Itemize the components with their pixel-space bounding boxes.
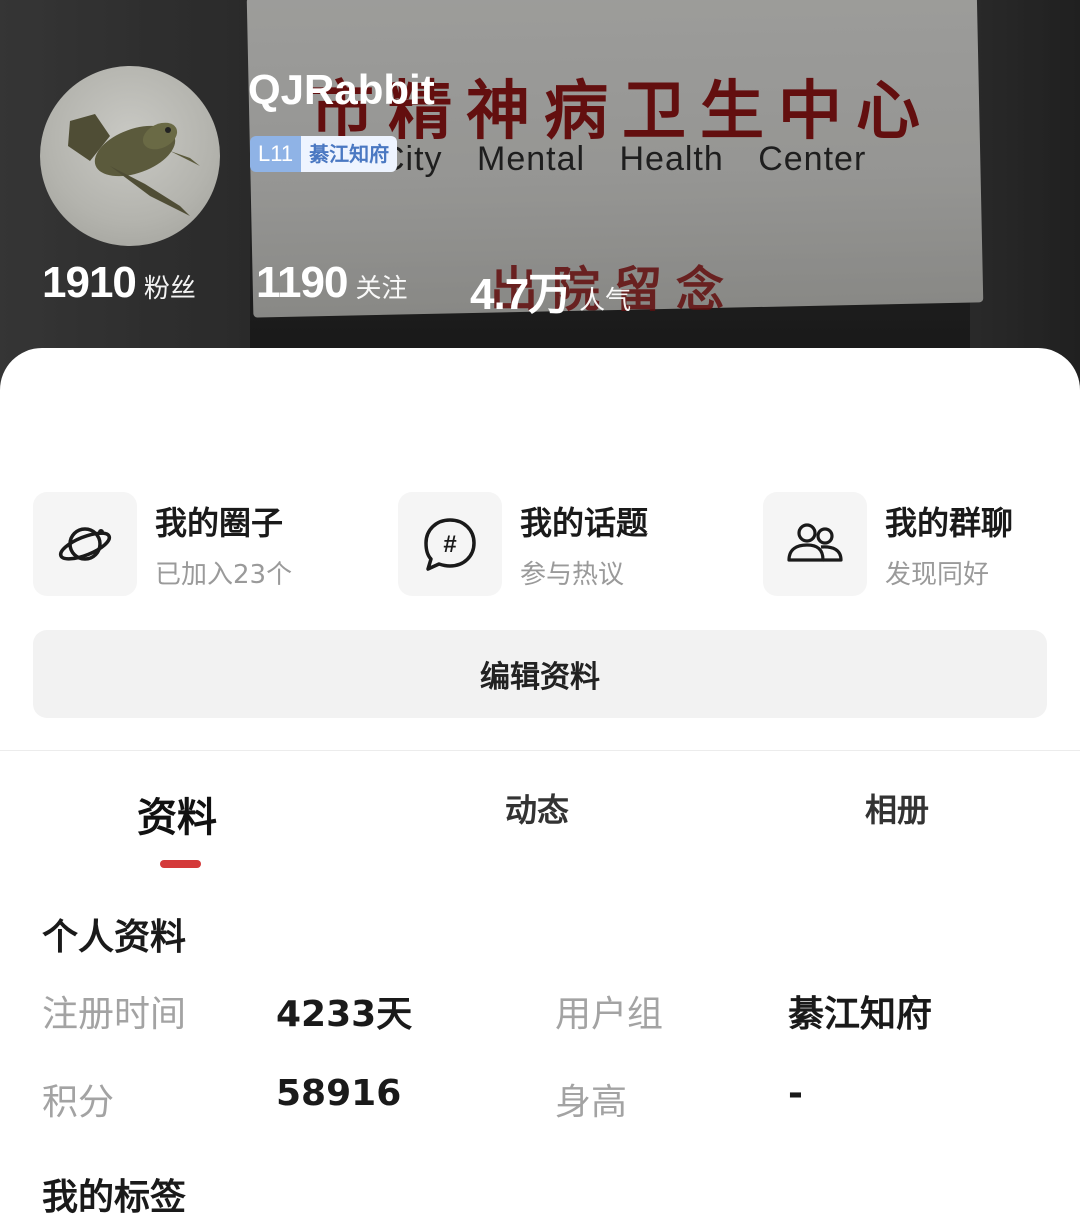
stat-popularity[interactable]: 4.7万 人气: [470, 258, 631, 322]
active-tab-indicator: [160, 860, 201, 868]
stat-popularity-count: 4.7万: [470, 270, 572, 319]
frog-avatar-image: [68, 114, 200, 216]
field-value-register-time: 4233天: [276, 994, 413, 1035]
field-label-points: 积分: [42, 1082, 115, 1123]
field-label-user-group: 用户组: [555, 994, 664, 1035]
stat-fans[interactable]: 1910 粉丝: [42, 258, 196, 308]
my-circles-entry[interactable]: 我的圈子 已加入23个: [33, 492, 292, 596]
entry-title: 我的圈子: [155, 503, 284, 542]
profile-card: [0, 348, 1080, 1184]
tab-profile[interactable]: 资料: [137, 785, 217, 843]
entry-title: 我的群聊: [885, 503, 1014, 542]
entry-title: 我的话题: [520, 503, 649, 542]
tab-album[interactable]: 相册: [865, 785, 929, 831]
planet-icon: [33, 492, 137, 596]
stat-following[interactable]: 1190 关注: [256, 258, 407, 308]
my-group-chats-entry[interactable]: 我的群聊 发现同好: [763, 492, 1013, 596]
stat-following-label: 关注: [355, 274, 408, 304]
divider: [0, 750, 1080, 751]
tab-activity[interactable]: 动态: [505, 785, 569, 831]
user-title-label: 綦江知府: [301, 136, 398, 172]
stat-following-count: 1190: [256, 258, 348, 307]
section-title-personal-info: 个人资料: [42, 917, 187, 958]
avatar[interactable]: [40, 66, 220, 246]
group-people-icon: [763, 492, 867, 596]
field-value-user-group: 綦江知府: [788, 994, 933, 1035]
field-label-register-time: 注册时间: [42, 994, 187, 1035]
field-value-points: 58916: [276, 1073, 402, 1114]
hashtag-bubble-icon: #: [398, 492, 502, 596]
entry-subtitle: 发现同好: [885, 559, 990, 590]
field-value-height: -: [788, 1073, 803, 1114]
my-topics-entry[interactable]: # 我的话题 参与热议: [398, 492, 648, 596]
entry-subtitle: 参与热议: [520, 559, 625, 590]
edit-profile-button[interactable]: 编辑资料: [33, 630, 1047, 718]
svg-text:#: #: [443, 531, 456, 558]
username: QJRabbit: [248, 66, 435, 113]
stat-popularity-label: 人气: [579, 286, 632, 316]
field-label-height: 身高: [555, 1082, 628, 1123]
stat-fans-label: 粉丝: [143, 274, 196, 304]
entry-subtitle: 已加入23个: [155, 559, 293, 590]
level-badge[interactable]: L11 綦江知府: [250, 136, 398, 172]
stat-fans-count: 1910: [42, 258, 137, 307]
level-label: L11: [250, 136, 302, 172]
section-title-my-tags: 我的标签: [42, 1177, 187, 1218]
